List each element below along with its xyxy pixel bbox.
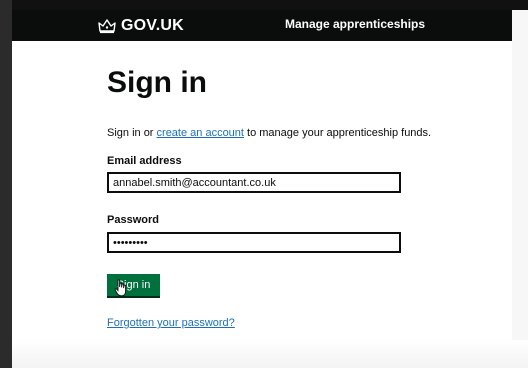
govuk-logo-link[interactable]: GOV.UK bbox=[98, 14, 184, 37]
window-left-edge bbox=[0, 0, 12, 368]
crown-icon bbox=[98, 18, 116, 33]
email-field[interactable] bbox=[107, 172, 401, 193]
service-name-link[interactable]: Manage apprenticeships bbox=[285, 17, 425, 31]
intro-text-before: Sign in or bbox=[107, 127, 157, 139]
page-bottom bbox=[12, 340, 528, 368]
email-label: Email address bbox=[107, 155, 182, 167]
create-account-link[interactable]: create an account bbox=[157, 127, 244, 139]
intro-text-after: to manage your apprenticeship funds. bbox=[243, 127, 432, 139]
page-title: Sign in bbox=[107, 66, 207, 99]
brand-text: GOV.UK bbox=[121, 16, 184, 34]
window-top-edge bbox=[0, 0, 528, 10]
forgotten-password-link[interactable]: Forgotten your password? bbox=[107, 317, 235, 329]
password-label: Password bbox=[107, 214, 159, 226]
govuk-header: GOV.UK Manage apprenticeships bbox=[12, 10, 512, 41]
intro-text: Sign in or create an account to manage y… bbox=[107, 127, 431, 139]
scroll-gutter bbox=[512, 10, 528, 368]
password-field[interactable] bbox=[107, 232, 401, 253]
hand-cursor-icon bbox=[114, 279, 127, 297]
